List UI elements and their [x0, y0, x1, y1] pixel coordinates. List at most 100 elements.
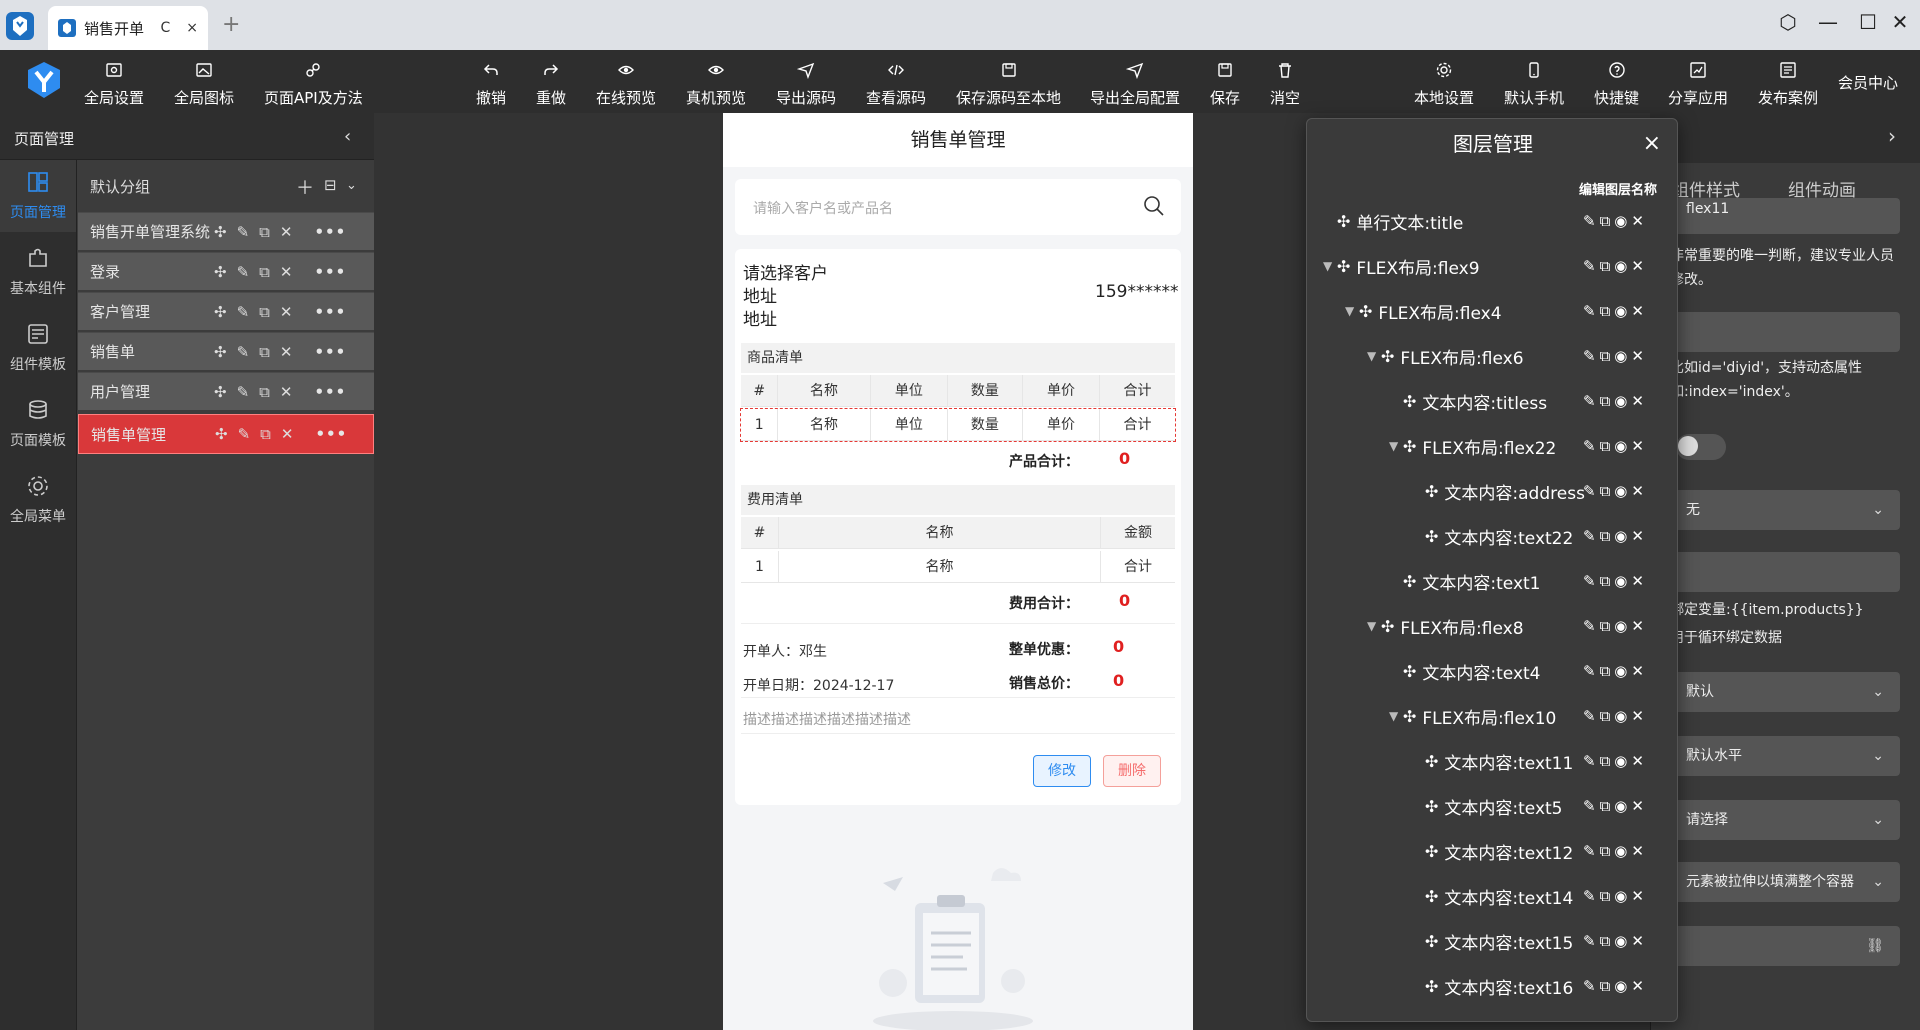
minimize-icon[interactable]: — — [1808, 10, 1848, 34]
fee-table-row[interactable]: 1 名称 合计 — [741, 551, 1175, 583]
drag-handle-icon[interactable]: ✣ — [1425, 977, 1438, 996]
toolbar-left-0-button[interactable]: 全局设置 — [84, 56, 144, 108]
close-icon[interactable]: ✕ — [1631, 887, 1644, 905]
edit-icon[interactable]: ✎ — [237, 263, 250, 281]
expand-arrow-icon[interactable]: ▼ — [1367, 349, 1381, 363]
edit-icon[interactable]: ✎ — [1583, 392, 1596, 410]
toolbar-center-7-button[interactable]: 导出全局配置 — [1090, 56, 1180, 108]
vip-center-link[interactable]: 会员中心 — [1838, 72, 1898, 93]
close-icon[interactable]: ✕ — [1631, 572, 1644, 590]
layer-row[interactable]: ✣ 文本内容:text11 ✎ ⧉ ◉ ✕ — [1307, 741, 1677, 781]
edit-icon[interactable]: ✎ — [1583, 797, 1596, 815]
copy-icon[interactable]: ⧉ — [259, 223, 270, 241]
move-icon[interactable]: ✣ — [215, 425, 228, 443]
toolbar-right-0-button[interactable]: 本地设置 — [1414, 56, 1474, 108]
move-icon[interactable]: ✣ — [214, 343, 227, 361]
edit-icon[interactable]: ✎ — [1583, 482, 1596, 500]
chevron-down-icon[interactable]: ⌄ — [346, 178, 357, 193]
close-icon[interactable]: ✕ — [1631, 797, 1644, 815]
left-nav-item-2[interactable]: 组件模板 — [0, 312, 76, 384]
copy-icon[interactable]: ⧉ — [1600, 797, 1611, 815]
delete-button[interactable]: 删除 — [1103, 755, 1161, 787]
toolbar-center-8-button[interactable]: 保存 — [1210, 56, 1240, 108]
add-page-icon[interactable]: ＋ — [296, 174, 314, 200]
layer-row[interactable]: ✣ 文本内容:text1 ✎ ⧉ ◉ ✕ — [1307, 561, 1677, 601]
layer-row[interactable]: ▼ ✣ FLEX布局:flex10 ✎ ⧉ ◉ ✕ — [1307, 696, 1677, 736]
left-nav-item-0[interactable]: 页面管理 — [0, 160, 76, 232]
eye-icon[interactable]: ◉ — [1614, 347, 1627, 365]
eye-icon[interactable]: ◉ — [1614, 572, 1627, 590]
expand-arrow-icon[interactable]: ▼ — [1345, 304, 1359, 318]
layer-row[interactable]: ✣ 文本内容:text12 ✎ ⧉ ◉ ✕ — [1307, 831, 1677, 871]
toolbar-left-2-button[interactable]: 页面API及方法 — [264, 56, 363, 108]
edit-icon[interactable]: ✎ — [1583, 617, 1596, 635]
more-icon[interactable]: ••• — [314, 383, 346, 401]
close-icon[interactable]: ✕ — [1631, 302, 1644, 320]
toolbar-center-0-button[interactable]: 撤销 — [476, 56, 506, 108]
copy-icon[interactable]: ⧉ — [1600, 212, 1611, 230]
drag-handle-icon[interactable]: ✣ — [1381, 347, 1394, 366]
eye-icon[interactable]: ◉ — [1614, 212, 1627, 230]
page-row[interactable]: 登录 ✣ ✎ ⧉ ✕ ••• — [78, 252, 374, 290]
eye-icon[interactable]: ◉ — [1614, 617, 1627, 635]
delete-icon[interactable]: ✕ — [280, 223, 293, 241]
close-icon[interactable]: ✕ — [1631, 842, 1644, 860]
edit-icon[interactable]: ✎ — [1583, 212, 1596, 230]
eye-icon[interactable]: ◉ — [1614, 707, 1627, 725]
drag-handle-icon[interactable]: ✣ — [1425, 932, 1438, 951]
expand-arrow-icon[interactable]: ▼ — [1323, 259, 1337, 273]
close-icon[interactable]: ✕ — [1631, 212, 1644, 230]
drag-handle-icon[interactable]: ✣ — [1425, 797, 1438, 816]
move-icon[interactable]: ✣ — [214, 303, 227, 321]
edit-icon[interactable]: ✎ — [238, 425, 251, 443]
window-close-icon[interactable]: ✕ — [1880, 10, 1920, 34]
layer-row[interactable]: ✣ 文本内容:text15 ✎ ⧉ ◉ ✕ — [1307, 921, 1677, 961]
reload-icon[interactable]: C — [160, 20, 170, 36]
copy-icon[interactable]: ⧉ — [260, 425, 271, 443]
eye-icon[interactable]: ◉ — [1614, 482, 1627, 500]
toggle-switch[interactable] — [1676, 434, 1726, 460]
drag-handle-icon[interactable]: ✣ — [1403, 707, 1416, 726]
close-icon[interactable]: ✕ — [1631, 437, 1644, 455]
eye-icon[interactable]: ◉ — [1614, 842, 1627, 860]
edit-icon[interactable]: ✎ — [237, 303, 250, 321]
id-input[interactable]: flex11 — [1668, 198, 1900, 234]
layer-row[interactable]: ▼ ✣ FLEX布局:flex8 ✎ ⧉ ◉ ✕ — [1307, 606, 1677, 646]
toolbar-center-3-button[interactable]: 真机预览 — [686, 56, 746, 108]
edit-icon[interactable]: ✎ — [1583, 437, 1596, 455]
close-icon[interactable]: ✕ — [1631, 977, 1644, 995]
left-nav-item-3[interactable]: 页面模板 — [0, 388, 76, 460]
toolbar-center-9-button[interactable]: 消空 — [1270, 56, 1300, 108]
close-icon[interactable]: ✕ — [1631, 482, 1644, 500]
copy-icon[interactable]: ⧉ — [1600, 752, 1611, 770]
drag-handle-icon[interactable]: ✣ — [1425, 752, 1438, 771]
toolbar-right-2-button[interactable]: 快捷键 — [1594, 56, 1639, 108]
more-icon[interactable]: ••• — [314, 223, 346, 241]
edit-button[interactable]: 修改 — [1033, 755, 1091, 787]
close-icon[interactable]: ✕ — [1631, 932, 1644, 950]
drag-handle-icon[interactable]: ✣ — [1403, 392, 1416, 411]
layer-row[interactable]: ✣ 文本内容:text5 ✎ ⧉ ◉ ✕ — [1307, 786, 1677, 826]
more-icon[interactable]: ••• — [314, 303, 346, 321]
copy-icon[interactable]: ⧉ — [259, 263, 270, 281]
edit-icon[interactable]: ✎ — [1583, 347, 1596, 365]
layer-row[interactable]: ✣ 文本内容:text14 ✎ ⧉ ◉ ✕ — [1307, 876, 1677, 916]
drag-handle-icon[interactable]: ✣ — [1403, 662, 1416, 681]
layer-row[interactable]: ✣ 文本内容:titless ✎ ⧉ ◉ ✕ — [1307, 381, 1677, 421]
page-row[interactable]: 销售开单管理系统 ✣ ✎ ⧉ ✕ ••• — [78, 212, 374, 250]
layer-row[interactable]: ✣ 文本内容:text4 ✎ ⧉ ◉ ✕ — [1307, 651, 1677, 691]
layer-row[interactable]: ▼ ✣ FLEX布局:flex4 ✎ ⧉ ◉ ✕ — [1307, 291, 1677, 331]
attr-input[interactable] — [1668, 312, 1900, 352]
copy-icon[interactable]: ⧉ — [1600, 482, 1611, 500]
browser-tab[interactable]: 销售开单 C × — [48, 6, 208, 50]
select-3[interactable]: 默认水平 ⌄ — [1668, 736, 1900, 776]
copy-icon[interactable]: ⧉ — [259, 303, 270, 321]
select-2[interactable]: 默认 ⌄ — [1668, 672, 1900, 712]
close-icon[interactable]: ✕ — [1631, 347, 1644, 365]
page-row[interactable]: 用户管理 ✣ ✎ ⧉ ✕ ••• — [78, 372, 374, 410]
eye-icon[interactable]: ◉ — [1614, 527, 1627, 545]
drag-handle-icon[interactable]: ✣ — [1337, 257, 1350, 276]
delete-icon[interactable]: ✕ — [280, 263, 293, 281]
copy-icon[interactable]: ⧉ — [1600, 437, 1611, 455]
delete-icon[interactable]: ✕ — [280, 303, 293, 321]
